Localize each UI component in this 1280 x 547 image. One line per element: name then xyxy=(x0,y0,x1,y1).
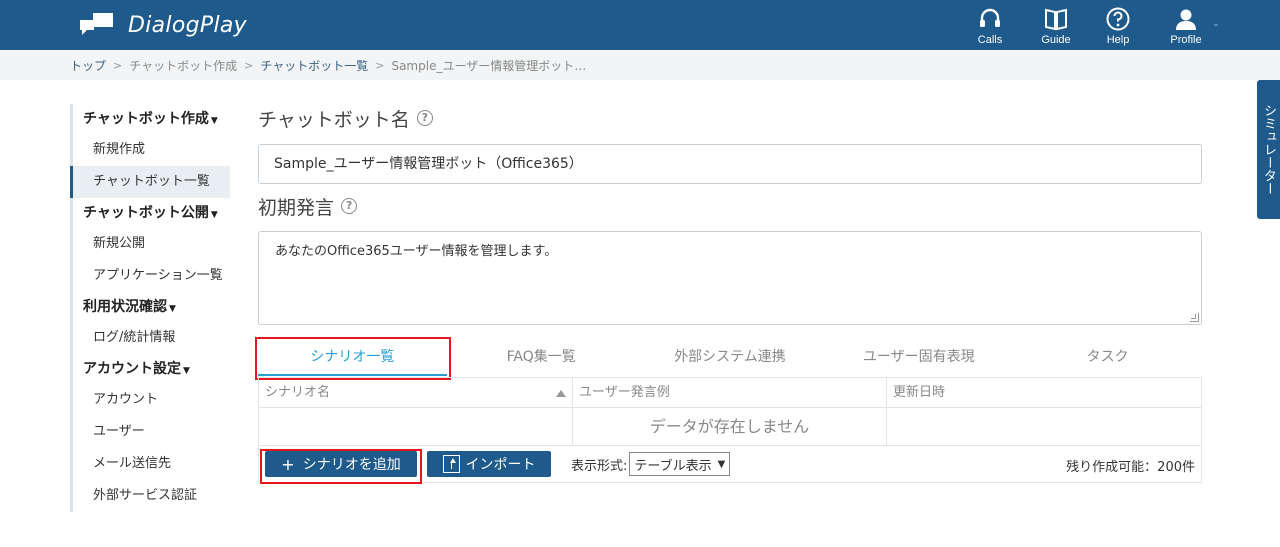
resize-handle-icon[interactable] xyxy=(1190,313,1199,322)
import-label: インポート xyxy=(465,457,536,473)
initial-message-text: あなたのOffice365ユーザー情報を管理します。 xyxy=(275,244,558,259)
tab-user-entity[interactable]: ユーザー固有表現 xyxy=(824,340,1013,376)
add-scenario-button[interactable]: + シナリオを追加 xyxy=(265,451,417,477)
header-nav-help[interactable]: Help xyxy=(1088,6,1148,46)
tab-external-system[interactable]: 外部システム連携 xyxy=(636,340,825,376)
app-name: DialogPlay xyxy=(128,12,247,38)
remaining-count: 残り作成可能：200件 xyxy=(1066,460,1195,475)
initial-message-label-text: 初期発言 xyxy=(258,196,335,219)
header-nav-label: Guide xyxy=(1041,34,1071,46)
tab-task[interactable]: タスク xyxy=(1013,340,1202,376)
breadcrumb-item[interactable]: チャットボット一覧 xyxy=(260,57,368,74)
import-button[interactable]: インポート xyxy=(427,451,551,477)
caret-down-icon: ▼ xyxy=(210,116,218,126)
sidebar-group-account[interactable]: アカウント設定 ▼ xyxy=(73,354,230,384)
sidebar-group-usage[interactable]: 利用状況確認 ▼ xyxy=(73,292,230,322)
header-nav-label: Profile xyxy=(1170,34,1202,46)
scenario-table: シナリオ名 ユーザー発言例 更新日時 データが存在しません + シナリオを追加 … xyxy=(258,377,1202,484)
sidebar-group-label: 利用状況確認 xyxy=(83,299,167,315)
bot-name-label: チャットボット名 ? xyxy=(258,104,1202,132)
chevron-down-icon: ⌄ xyxy=(1211,18,1220,29)
table-row: データが存在しません xyxy=(259,408,1201,446)
sort-ascending-icon[interactable] xyxy=(556,390,566,397)
sidebar-group-bot-publish[interactable]: チャットボット公開 ▼ xyxy=(73,198,230,228)
sidebar-item-mail[interactable]: メール送信先 xyxy=(73,448,230,480)
tab-scenario-list[interactable]: シナリオ一覧 xyxy=(258,340,447,376)
upload-icon xyxy=(442,455,460,473)
bot-name-label-text: チャットボット名 xyxy=(258,108,410,131)
sidebar-item-bot-list[interactable]: チャットボット一覧 xyxy=(70,166,230,198)
headset-icon xyxy=(980,8,1000,27)
help-icon[interactable]: ? xyxy=(341,198,358,214)
bot-name-input[interactable]: Sample_ユーザー情報管理ボット（Office365） xyxy=(258,144,1202,184)
table-cell xyxy=(259,408,573,445)
column-header-label: シナリオ名 xyxy=(265,385,331,400)
breadcrumb-item[interactable]: チャットボット作成 xyxy=(129,57,237,74)
display-format-label: 表示形式: xyxy=(571,458,628,474)
breadcrumb-current: Sample_ユーザー情報管理ボット… xyxy=(391,58,587,73)
breadcrumb: トップ > チャットボット作成 > チャットボット一覧 > Sample_ユーザ… xyxy=(0,50,1280,80)
column-header-label: 更新日時 xyxy=(893,385,946,400)
sidebar-group-label: チャットボット作成 xyxy=(83,111,209,127)
breadcrumb-separator: > xyxy=(244,58,254,72)
sidebar-item-logs[interactable]: ログ/統計情報 xyxy=(73,322,230,354)
header-nav-label: Help xyxy=(1106,34,1130,46)
initial-message-textarea[interactable]: あなたのOffice365ユーザー情報を管理します。 xyxy=(258,231,1202,325)
column-header-updated[interactable]: 更新日時 xyxy=(887,378,1201,407)
sidebar-item-external-auth[interactable]: 外部サービス認証 xyxy=(73,480,230,512)
breadcrumb-separator: > xyxy=(113,58,123,72)
caret-down-icon: ▼ xyxy=(183,366,190,376)
help-icon[interactable]: ? xyxy=(416,110,433,126)
add-scenario-label: シナリオを追加 xyxy=(302,457,401,473)
top-header: DialogPlay Calls Guide Help Profile ⌄ xyxy=(0,0,1280,50)
header-nav-calls[interactable]: Calls xyxy=(960,6,1020,46)
display-format-select[interactable]: テーブル表示 ▼ xyxy=(629,452,731,476)
sidebar-item-account[interactable]: アカウント xyxy=(73,384,230,416)
tab-bar: シナリオ一覧 FAQ集一覧 外部システム連携 ユーザー固有表現 タスク xyxy=(258,340,1202,376)
header-nav-profile[interactable]: Profile ⌄ xyxy=(1156,6,1220,46)
sidebar-item-new-publish[interactable]: 新規公開 xyxy=(73,228,230,260)
column-header-label: ユーザー発言例 xyxy=(579,385,670,400)
breadcrumb-separator: > xyxy=(375,58,385,72)
simulator-tab[interactable]: シミュレーター xyxy=(1257,80,1280,219)
column-header-scenario-name[interactable]: シナリオ名 xyxy=(259,378,573,407)
tab-faq-list[interactable]: FAQ集一覧 xyxy=(447,340,636,376)
user-icon xyxy=(1176,9,1196,30)
book-icon xyxy=(1045,8,1067,31)
help-icon xyxy=(1106,7,1130,31)
header-nav-guide[interactable]: Guide xyxy=(1026,6,1086,46)
header-nav-label: Calls xyxy=(977,34,1003,46)
sidebar-item-app-list[interactable]: アプリケーション一覧 xyxy=(73,260,230,292)
sidebar-item-new-create[interactable]: 新規作成 xyxy=(73,134,230,166)
table-cell xyxy=(887,408,1201,445)
app-logo[interactable]: DialogPlay xyxy=(80,12,247,38)
sidebar-item-users[interactable]: ユーザー xyxy=(73,416,230,448)
caret-down-icon: ▼ xyxy=(210,210,218,220)
sidebar-group-bot-create[interactable]: チャットボット作成 ▼ xyxy=(73,104,230,134)
sidebar-group-label: アカウント設定 xyxy=(83,361,181,377)
initial-message-label: 初期発言 ? xyxy=(258,192,1202,220)
breadcrumb-item[interactable]: トップ xyxy=(70,57,106,74)
sidebar: チャットボット作成 ▼ 新規作成 チャットボット一覧 チャットボット公開 ▼ 新規公… xyxy=(70,104,230,512)
plus-icon: + xyxy=(281,454,295,474)
display-format-value: テーブル表示 xyxy=(634,458,712,474)
caret-down-icon: ▼ xyxy=(169,304,176,314)
table-footer: + シナリオを追加 インポート 表示形式: テーブル表示 ▼ 残り作成可能：20… xyxy=(259,446,1201,484)
empty-message: データが存在しません xyxy=(573,408,887,445)
main-content: チャットボット名 ? Sample_ユーザー情報管理ボット（Office365）… xyxy=(255,104,1202,484)
chat-bubbles-icon xyxy=(80,12,116,38)
sidebar-group-label: チャットボット公開 xyxy=(83,205,209,221)
column-header-user-utterance[interactable]: ユーザー発言例 xyxy=(573,378,887,407)
table-header: シナリオ名 ユーザー発言例 更新日時 xyxy=(259,378,1201,408)
caret-down-icon: ▼ xyxy=(717,458,726,470)
